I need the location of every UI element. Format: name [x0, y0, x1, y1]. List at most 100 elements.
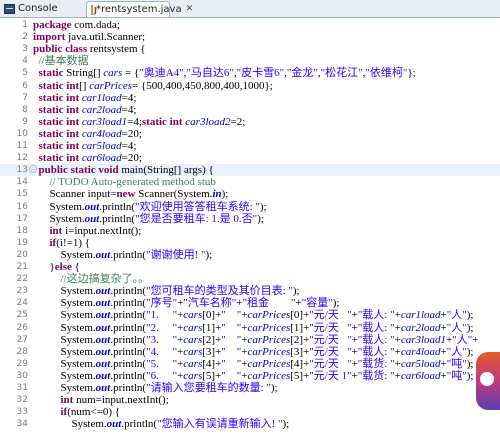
code-token: rentsystem {	[87, 43, 146, 56]
line-number: 31	[16, 383, 28, 393]
line-number: 8	[22, 104, 28, 115]
code-token: );	[270, 382, 278, 394]
tab-rentsystem-java[interactable]: *rentsystem.java ✕	[86, 1, 193, 18]
code-token: );	[466, 309, 474, 322]
line-number: 11	[16, 141, 28, 151]
code-text: package com.dada;	[33, 19, 120, 31]
line-number: 13	[16, 165, 28, 176]
code-line[interactable]: 15 Scanner input=new Scanner(System.in);	[0, 188, 500, 200]
code-token: car2load	[81, 103, 122, 116]
code-token: "金龙"	[286, 67, 318, 80]
code-line[interactable]: 24 System.out.println("序号"+"汽车名称"+"租金 "+…	[0, 297, 500, 309]
line-number: 20	[16, 249, 28, 260]
code-line[interactable]: 18 int i=input.nextInt();	[0, 225, 500, 237]
code-text: //这边搞复杂了。。	[33, 273, 150, 285]
code-line[interactable]: 11 static int car5load=4;	[0, 140, 500, 152]
code-text: //基本数据	[33, 55, 89, 67]
code-line[interactable]: 22 //这边搞复杂了。。	[0, 273, 500, 285]
code-line[interactable]: 19 if(i!=1) {	[0, 237, 500, 249]
code-line[interactable]: 26 System.out.println("2. "+cars[1]+" "+…	[0, 322, 500, 334]
code-token: [0]+	[290, 309, 310, 322]
code-token: out	[84, 212, 100, 225]
code-token: System.	[33, 369, 96, 382]
line-number: 5	[22, 68, 28, 79]
tab-console[interactable]: Console	[2, 1, 64, 16]
code-line[interactable]: 13− public static void main(String[] arg…	[0, 164, 500, 177]
code-token: import	[33, 31, 66, 44]
code-line[interactable]: 10 static int car4load=20;	[0, 128, 500, 140]
code-line[interactable]: 9 static int car3load1=4;static int car3…	[0, 116, 500, 128]
code-token: "容量"	[301, 297, 333, 310]
code-token: );	[466, 369, 474, 382]
code-text: if(i!=1) {	[33, 237, 91, 249]
code-token: .println(	[110, 345, 147, 358]
code-token: System.	[33, 418, 107, 431]
code-line[interactable]: 2 import java.util.Scanner;	[0, 31, 500, 43]
code-token: carPrices	[247, 309, 291, 322]
code-token: out	[95, 248, 111, 261]
code-line[interactable]: 12 static int car6load=20;	[0, 152, 500, 164]
code-token: .println(	[110, 248, 147, 261]
code-token: car2load	[400, 321, 441, 334]
code-line[interactable]: 21 }else {	[0, 261, 500, 273]
code-token: "元/天 "	[309, 333, 352, 346]
code-token: "人"	[452, 333, 473, 346]
code-token: carPrices	[247, 345, 291, 358]
code-line[interactable]: 5 static String[] cars = {"奥迪A4","马自达6",…	[0, 67, 500, 79]
code-token: .println(	[110, 297, 147, 310]
code-token: [5]+	[202, 369, 222, 382]
code-token: "序号"	[146, 297, 178, 310]
code-token: "租金 "	[242, 297, 296, 310]
code-line[interactable]: 20 System.out.println("谢谢使用! ");	[0, 249, 500, 261]
code-token: [3]+	[202, 345, 222, 358]
close-tab-icon[interactable]: ✕	[186, 2, 194, 17]
code-line[interactable]: 17 System.out.println("您是否要租车: 1.是 0.否")…	[0, 213, 500, 225]
code-text: System.out.println("您可租车的类型及其价目表: ");	[33, 285, 300, 297]
code-line[interactable]: 23 System.out.println("您可租车的类型及其价目表: ");	[0, 285, 500, 297]
code-line[interactable]: 32 int num=input.nextInt();	[0, 394, 500, 406]
code-text: static int car3load1=4;static int car3lo…	[33, 115, 246, 128]
code-text: Scanner input=new Scanner(System.in);	[33, 188, 229, 201]
code-token: );	[205, 248, 213, 261]
code-token: static	[38, 67, 64, 80]
java-file-icon	[91, 3, 97, 18]
code-line[interactable]: 4 //基本数据	[0, 55, 500, 67]
line-number: 14	[16, 177, 28, 188]
code-line[interactable]: 1 package com.dada;	[0, 19, 500, 31]
code-token: car4load	[400, 345, 441, 358]
code-token: [4]+	[202, 357, 222, 370]
code-line[interactable]: 14 // TODO Auto-generated method stub	[0, 176, 500, 188]
code-line[interactable]: 8 static int car2load=4;	[0, 104, 500, 116]
code-token: [0]+	[202, 309, 222, 322]
code-token: package	[33, 19, 72, 31]
code-text: int i=input.nextInt();	[33, 225, 142, 237]
code-token: "谢谢使用! "	[146, 248, 206, 261]
code-line[interactable]: 28 System.out.println("4. "+cars[3]+" "+…	[0, 346, 500, 358]
code-line[interactable]: 31 System.out.println("请输入您要租车的数量: ");	[0, 382, 500, 394]
code-token: "载人: "	[357, 345, 395, 358]
code-token: "3. "	[146, 333, 178, 346]
code-token: car1load	[81, 91, 122, 104]
line-number: 9	[22, 116, 28, 127]
code-line[interactable]: 30 System.out.println("6. "+cars[5]+" "+…	[0, 370, 500, 382]
code-token: System.	[33, 285, 96, 298]
line-number: 16	[16, 201, 28, 212]
code-token: =2;	[230, 115, 246, 128]
code-line[interactable]: 34 System.out.println("您输入有误请重新输入! ");	[0, 418, 500, 430]
code-line[interactable]: 33 if(num<=0) {	[0, 406, 500, 418]
code-line[interactable]: 6 static int[] carPrices= {500,400,450,8…	[0, 80, 500, 92]
code-token: cars	[183, 369, 203, 382]
code-line[interactable]: 3 public class rentsystem {	[0, 43, 500, 55]
code-token: );	[292, 285, 300, 298]
code-line[interactable]: 16 System.out.println("欢迎使用答答租车系统: ");	[0, 201, 500, 213]
code-line[interactable]: 7 static int car1load=4;	[0, 92, 500, 104]
code-token: );	[221, 188, 229, 201]
code-line[interactable]: 29 System.out.println("5. "+cars[4]+" "+…	[0, 358, 500, 370]
code-line[interactable]: 25 System.out.println("1. "+cars[0]+" "+…	[0, 309, 500, 321]
code-line[interactable]: 27 System.out.println("3. "+cars[2]+" "+…	[0, 334, 500, 346]
code-token: car1load	[400, 309, 441, 322]
line-number: 3	[22, 44, 28, 55]
code-token: "请输入您要租车的数量: "	[146, 382, 271, 394]
